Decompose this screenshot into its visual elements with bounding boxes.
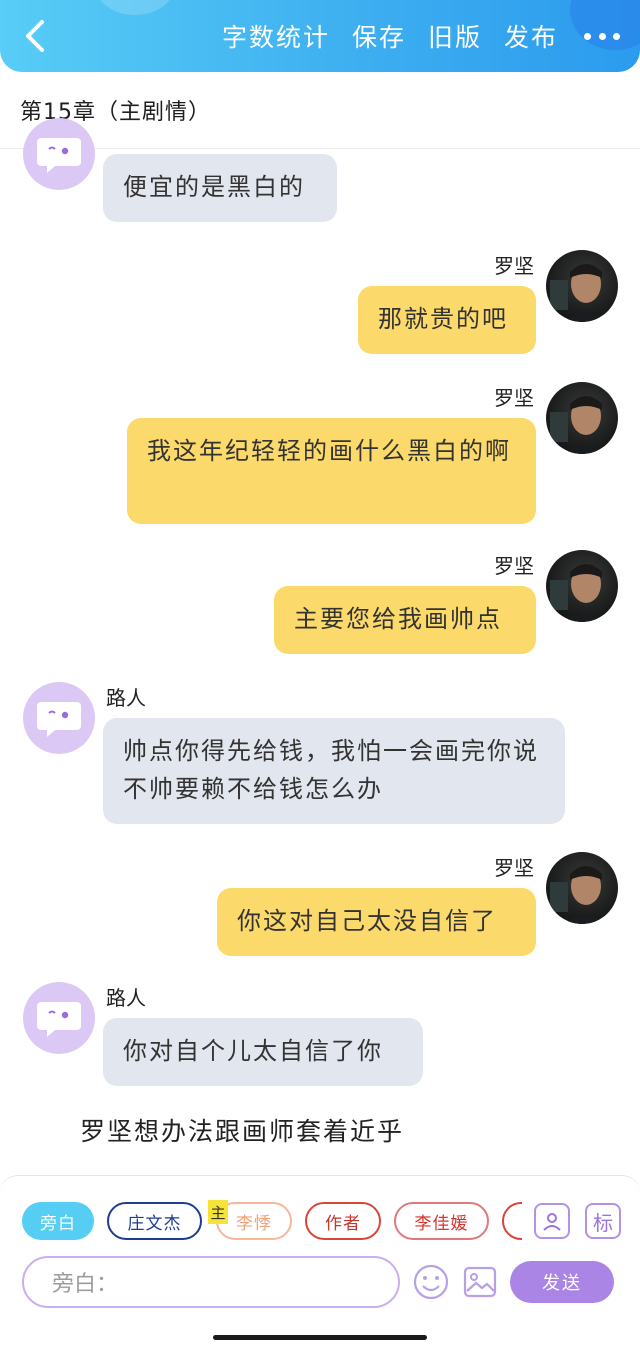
luojian-avatar[interactable] bbox=[546, 382, 618, 454]
narration-text[interactable]: 罗坚想办法跟画师套着近乎 bbox=[80, 1112, 404, 1148]
luojian-avatar[interactable] bbox=[546, 852, 618, 924]
tag-button[interactable]: 标 bbox=[585, 1203, 621, 1239]
chat-bubble[interactable]: 你对自个儿太自信了你 bbox=[103, 1018, 423, 1086]
emoji-icon[interactable] bbox=[412, 1263, 450, 1301]
luojian-avatar[interactable] bbox=[546, 550, 618, 622]
sender-name: 路人 bbox=[106, 986, 146, 1010]
chat-bubble[interactable]: 你这对自己太没自信了 bbox=[217, 888, 536, 956]
chat-ghost-icon bbox=[37, 138, 81, 173]
chat-bubble[interactable]: 那就贵的吧 bbox=[358, 286, 536, 354]
role-chip-author[interactable]: 作者 bbox=[305, 1202, 381, 1240]
sender-name: 罗坚 bbox=[494, 554, 534, 578]
character-manage-button[interactable] bbox=[534, 1203, 570, 1239]
chat-ghost-icon bbox=[37, 1002, 81, 1037]
person-icon bbox=[543, 1213, 561, 1231]
publish-button[interactable]: 发布 bbox=[504, 18, 558, 54]
role-chip-lijiayuan[interactable]: 李佳媛 bbox=[394, 1202, 489, 1240]
home-indicator bbox=[213, 1335, 427, 1340]
divider bbox=[0, 148, 640, 149]
save-button[interactable]: 保存 bbox=[352, 18, 406, 54]
sender-name: 路人 bbox=[106, 686, 146, 710]
chat-bubble[interactable]: 便宜的是黑白的 bbox=[103, 154, 337, 222]
input-placeholder: 旁白： bbox=[52, 1272, 119, 1297]
top-bar: 字数统计 保存 旧版 发布 bbox=[0, 0, 640, 72]
word-count-button[interactable]: 字数统计 bbox=[222, 18, 330, 54]
tag-button-label: 标 bbox=[593, 1210, 613, 1235]
more-icon[interactable] bbox=[584, 30, 620, 42]
narrator-avatar[interactable] bbox=[23, 118, 95, 190]
decor-circle bbox=[95, 0, 175, 15]
main-character-tag: 主 bbox=[208, 1200, 228, 1224]
role-chip-bar[interactable]: 旁白 庄文杰 李悸 作者 李佳媛 bbox=[22, 1200, 522, 1244]
sender-name: 罗坚 bbox=[494, 856, 534, 880]
passerby-avatar[interactable] bbox=[23, 982, 95, 1054]
passerby-avatar[interactable] bbox=[23, 682, 95, 754]
chat-ghost-icon bbox=[37, 702, 81, 737]
chat-bubble[interactable]: 我这年纪轻轻的画什么黑白的啊 bbox=[127, 418, 536, 524]
role-chip-zhuangwenjie[interactable]: 庄文杰 bbox=[107, 1202, 202, 1240]
chat-bubble[interactable]: 帅点你得先给钱，我怕一会画完你说不帅要赖不给钱怎么办 bbox=[103, 718, 565, 824]
sender-name: 罗坚 bbox=[494, 254, 534, 278]
image-icon[interactable] bbox=[461, 1263, 499, 1301]
sender-name: 罗坚 bbox=[494, 386, 534, 410]
chat-bubble[interactable]: 主要您给我画帅点 bbox=[274, 586, 536, 654]
role-chip-partial[interactable] bbox=[502, 1202, 522, 1240]
old-version-button[interactable]: 旧版 bbox=[428, 18, 482, 54]
send-button[interactable]: 发送 bbox=[510, 1261, 614, 1303]
message-input[interactable]: 旁白： bbox=[22, 1256, 400, 1308]
back-arrow-icon[interactable] bbox=[20, 18, 50, 54]
role-chip-narrator[interactable]: 旁白 bbox=[22, 1202, 94, 1240]
luojian-avatar[interactable] bbox=[546, 250, 618, 322]
